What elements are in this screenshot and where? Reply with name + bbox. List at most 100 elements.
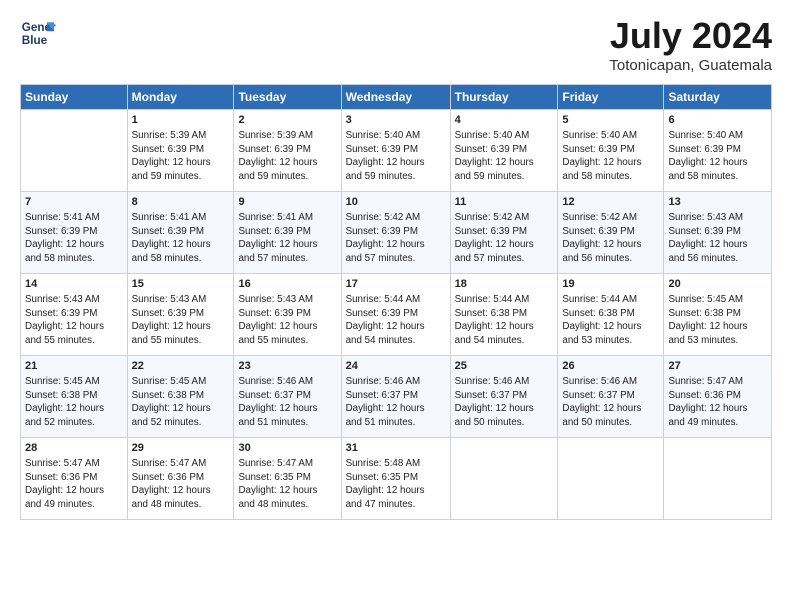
location-subtitle: Totonicapan, Guatemala bbox=[609, 57, 772, 74]
day-info: Sunrise: 5:43 AM Sunset: 6:39 PM Dayligh… bbox=[25, 293, 123, 348]
week-row-5: 28Sunrise: 5:47 AM Sunset: 6:36 PM Dayli… bbox=[21, 438, 772, 520]
title-block: July 2024 Totonicapan, Guatemala bbox=[609, 15, 772, 74]
day-number: 1 bbox=[132, 113, 230, 128]
table-row: 10Sunrise: 5:42 AM Sunset: 6:39 PM Dayli… bbox=[341, 192, 450, 274]
table-row: 3Sunrise: 5:40 AM Sunset: 6:39 PM Daylig… bbox=[341, 110, 450, 192]
day-number: 22 bbox=[132, 359, 230, 374]
day-number: 3 bbox=[346, 113, 446, 128]
day-number: 28 bbox=[25, 441, 123, 456]
day-info: Sunrise: 5:40 AM Sunset: 6:39 PM Dayligh… bbox=[346, 129, 446, 184]
table-row: 1Sunrise: 5:39 AM Sunset: 6:39 PM Daylig… bbox=[127, 110, 234, 192]
table-row: 19Sunrise: 5:44 AM Sunset: 6:38 PM Dayli… bbox=[558, 274, 664, 356]
day-number: 13 bbox=[668, 195, 767, 210]
svg-text:Blue: Blue bbox=[22, 34, 48, 47]
table-row: 16Sunrise: 5:43 AM Sunset: 6:39 PM Dayli… bbox=[234, 274, 341, 356]
table-row: 23Sunrise: 5:46 AM Sunset: 6:37 PM Dayli… bbox=[234, 356, 341, 438]
table-row: 18Sunrise: 5:44 AM Sunset: 6:38 PM Dayli… bbox=[450, 274, 558, 356]
day-info: Sunrise: 5:42 AM Sunset: 6:39 PM Dayligh… bbox=[346, 211, 446, 266]
table-row: 14Sunrise: 5:43 AM Sunset: 6:39 PM Dayli… bbox=[21, 274, 128, 356]
week-row-1: 1Sunrise: 5:39 AM Sunset: 6:39 PM Daylig… bbox=[21, 110, 772, 192]
day-info: Sunrise: 5:41 AM Sunset: 6:39 PM Dayligh… bbox=[238, 211, 336, 266]
day-info: Sunrise: 5:47 AM Sunset: 6:36 PM Dayligh… bbox=[25, 457, 123, 512]
day-number: 12 bbox=[562, 195, 659, 210]
table-row: 31Sunrise: 5:48 AM Sunset: 6:35 PM Dayli… bbox=[341, 438, 450, 520]
table-row: 28Sunrise: 5:47 AM Sunset: 6:36 PM Dayli… bbox=[21, 438, 128, 520]
day-number: 23 bbox=[238, 359, 336, 374]
day-number: 16 bbox=[238, 277, 336, 292]
table-row: 9Sunrise: 5:41 AM Sunset: 6:39 PM Daylig… bbox=[234, 192, 341, 274]
header-thursday: Thursday bbox=[450, 85, 558, 110]
day-info: Sunrise: 5:43 AM Sunset: 6:39 PM Dayligh… bbox=[668, 211, 767, 266]
day-info: Sunrise: 5:46 AM Sunset: 6:37 PM Dayligh… bbox=[455, 375, 554, 430]
table-row: 4Sunrise: 5:40 AM Sunset: 6:39 PM Daylig… bbox=[450, 110, 558, 192]
day-number: 7 bbox=[25, 195, 123, 210]
day-info: Sunrise: 5:43 AM Sunset: 6:39 PM Dayligh… bbox=[132, 293, 230, 348]
table-row: 15Sunrise: 5:43 AM Sunset: 6:39 PM Dayli… bbox=[127, 274, 234, 356]
table-row: 6Sunrise: 5:40 AM Sunset: 6:39 PM Daylig… bbox=[664, 110, 772, 192]
day-info: Sunrise: 5:46 AM Sunset: 6:37 PM Dayligh… bbox=[238, 375, 336, 430]
logo: General Blue bbox=[20, 15, 56, 51]
table-row: 13Sunrise: 5:43 AM Sunset: 6:39 PM Dayli… bbox=[664, 192, 772, 274]
table-row: 26Sunrise: 5:46 AM Sunset: 6:37 PM Dayli… bbox=[558, 356, 664, 438]
table-row bbox=[21, 110, 128, 192]
day-number: 21 bbox=[25, 359, 123, 374]
day-info: Sunrise: 5:47 AM Sunset: 6:35 PM Dayligh… bbox=[238, 457, 336, 512]
day-info: Sunrise: 5:42 AM Sunset: 6:39 PM Dayligh… bbox=[455, 211, 554, 266]
day-info: Sunrise: 5:41 AM Sunset: 6:39 PM Dayligh… bbox=[25, 211, 123, 266]
table-row: 17Sunrise: 5:44 AM Sunset: 6:39 PM Dayli… bbox=[341, 274, 450, 356]
day-info: Sunrise: 5:46 AM Sunset: 6:37 PM Dayligh… bbox=[562, 375, 659, 430]
day-info: Sunrise: 5:40 AM Sunset: 6:39 PM Dayligh… bbox=[562, 129, 659, 184]
week-row-4: 21Sunrise: 5:45 AM Sunset: 6:38 PM Dayli… bbox=[21, 356, 772, 438]
header-sunday: Sunday bbox=[21, 85, 128, 110]
day-number: 19 bbox=[562, 277, 659, 292]
table-row: 22Sunrise: 5:45 AM Sunset: 6:38 PM Dayli… bbox=[127, 356, 234, 438]
table-row: 25Sunrise: 5:46 AM Sunset: 6:37 PM Dayli… bbox=[450, 356, 558, 438]
header-tuesday: Tuesday bbox=[234, 85, 341, 110]
day-number: 9 bbox=[238, 195, 336, 210]
day-number: 26 bbox=[562, 359, 659, 374]
day-number: 31 bbox=[346, 441, 446, 456]
day-info: Sunrise: 5:46 AM Sunset: 6:37 PM Dayligh… bbox=[346, 375, 446, 430]
logo-icon: General Blue bbox=[20, 15, 56, 51]
day-info: Sunrise: 5:43 AM Sunset: 6:39 PM Dayligh… bbox=[238, 293, 336, 348]
header-friday: Friday bbox=[558, 85, 664, 110]
day-number: 14 bbox=[25, 277, 123, 292]
day-number: 11 bbox=[455, 195, 554, 210]
day-number: 5 bbox=[562, 113, 659, 128]
day-number: 17 bbox=[346, 277, 446, 292]
day-number: 10 bbox=[346, 195, 446, 210]
day-number: 18 bbox=[455, 277, 554, 292]
day-info: Sunrise: 5:45 AM Sunset: 6:38 PM Dayligh… bbox=[668, 293, 767, 348]
header-saturday: Saturday bbox=[664, 85, 772, 110]
week-row-2: 7Sunrise: 5:41 AM Sunset: 6:39 PM Daylig… bbox=[21, 192, 772, 274]
day-number: 4 bbox=[455, 113, 554, 128]
day-info: Sunrise: 5:48 AM Sunset: 6:35 PM Dayligh… bbox=[346, 457, 446, 512]
day-number: 24 bbox=[346, 359, 446, 374]
day-number: 2 bbox=[238, 113, 336, 128]
day-number: 6 bbox=[668, 113, 767, 128]
table-row: 24Sunrise: 5:46 AM Sunset: 6:37 PM Dayli… bbox=[341, 356, 450, 438]
table-row: 21Sunrise: 5:45 AM Sunset: 6:38 PM Dayli… bbox=[21, 356, 128, 438]
day-number: 8 bbox=[132, 195, 230, 210]
day-info: Sunrise: 5:47 AM Sunset: 6:36 PM Dayligh… bbox=[132, 457, 230, 512]
day-info: Sunrise: 5:42 AM Sunset: 6:39 PM Dayligh… bbox=[562, 211, 659, 266]
table-row: 8Sunrise: 5:41 AM Sunset: 6:39 PM Daylig… bbox=[127, 192, 234, 274]
table-row: 5Sunrise: 5:40 AM Sunset: 6:39 PM Daylig… bbox=[558, 110, 664, 192]
day-info: Sunrise: 5:40 AM Sunset: 6:39 PM Dayligh… bbox=[668, 129, 767, 184]
day-info: Sunrise: 5:39 AM Sunset: 6:39 PM Dayligh… bbox=[238, 129, 336, 184]
week-row-3: 14Sunrise: 5:43 AM Sunset: 6:39 PM Dayli… bbox=[21, 274, 772, 356]
page: General Blue July 2024 Totonicapan, Guat… bbox=[0, 0, 792, 612]
day-info: Sunrise: 5:44 AM Sunset: 6:38 PM Dayligh… bbox=[562, 293, 659, 348]
day-number: 30 bbox=[238, 441, 336, 456]
table-row bbox=[664, 438, 772, 520]
table-row bbox=[558, 438, 664, 520]
header-monday: Monday bbox=[127, 85, 234, 110]
day-info: Sunrise: 5:39 AM Sunset: 6:39 PM Dayligh… bbox=[132, 129, 230, 184]
table-row: 29Sunrise: 5:47 AM Sunset: 6:36 PM Dayli… bbox=[127, 438, 234, 520]
table-row: 11Sunrise: 5:42 AM Sunset: 6:39 PM Dayli… bbox=[450, 192, 558, 274]
month-year-title: July 2024 bbox=[609, 15, 772, 57]
header-row: Sunday Monday Tuesday Wednesday Thursday… bbox=[21, 85, 772, 110]
table-row: 7Sunrise: 5:41 AM Sunset: 6:39 PM Daylig… bbox=[21, 192, 128, 274]
day-info: Sunrise: 5:45 AM Sunset: 6:38 PM Dayligh… bbox=[25, 375, 123, 430]
day-number: 29 bbox=[132, 441, 230, 456]
